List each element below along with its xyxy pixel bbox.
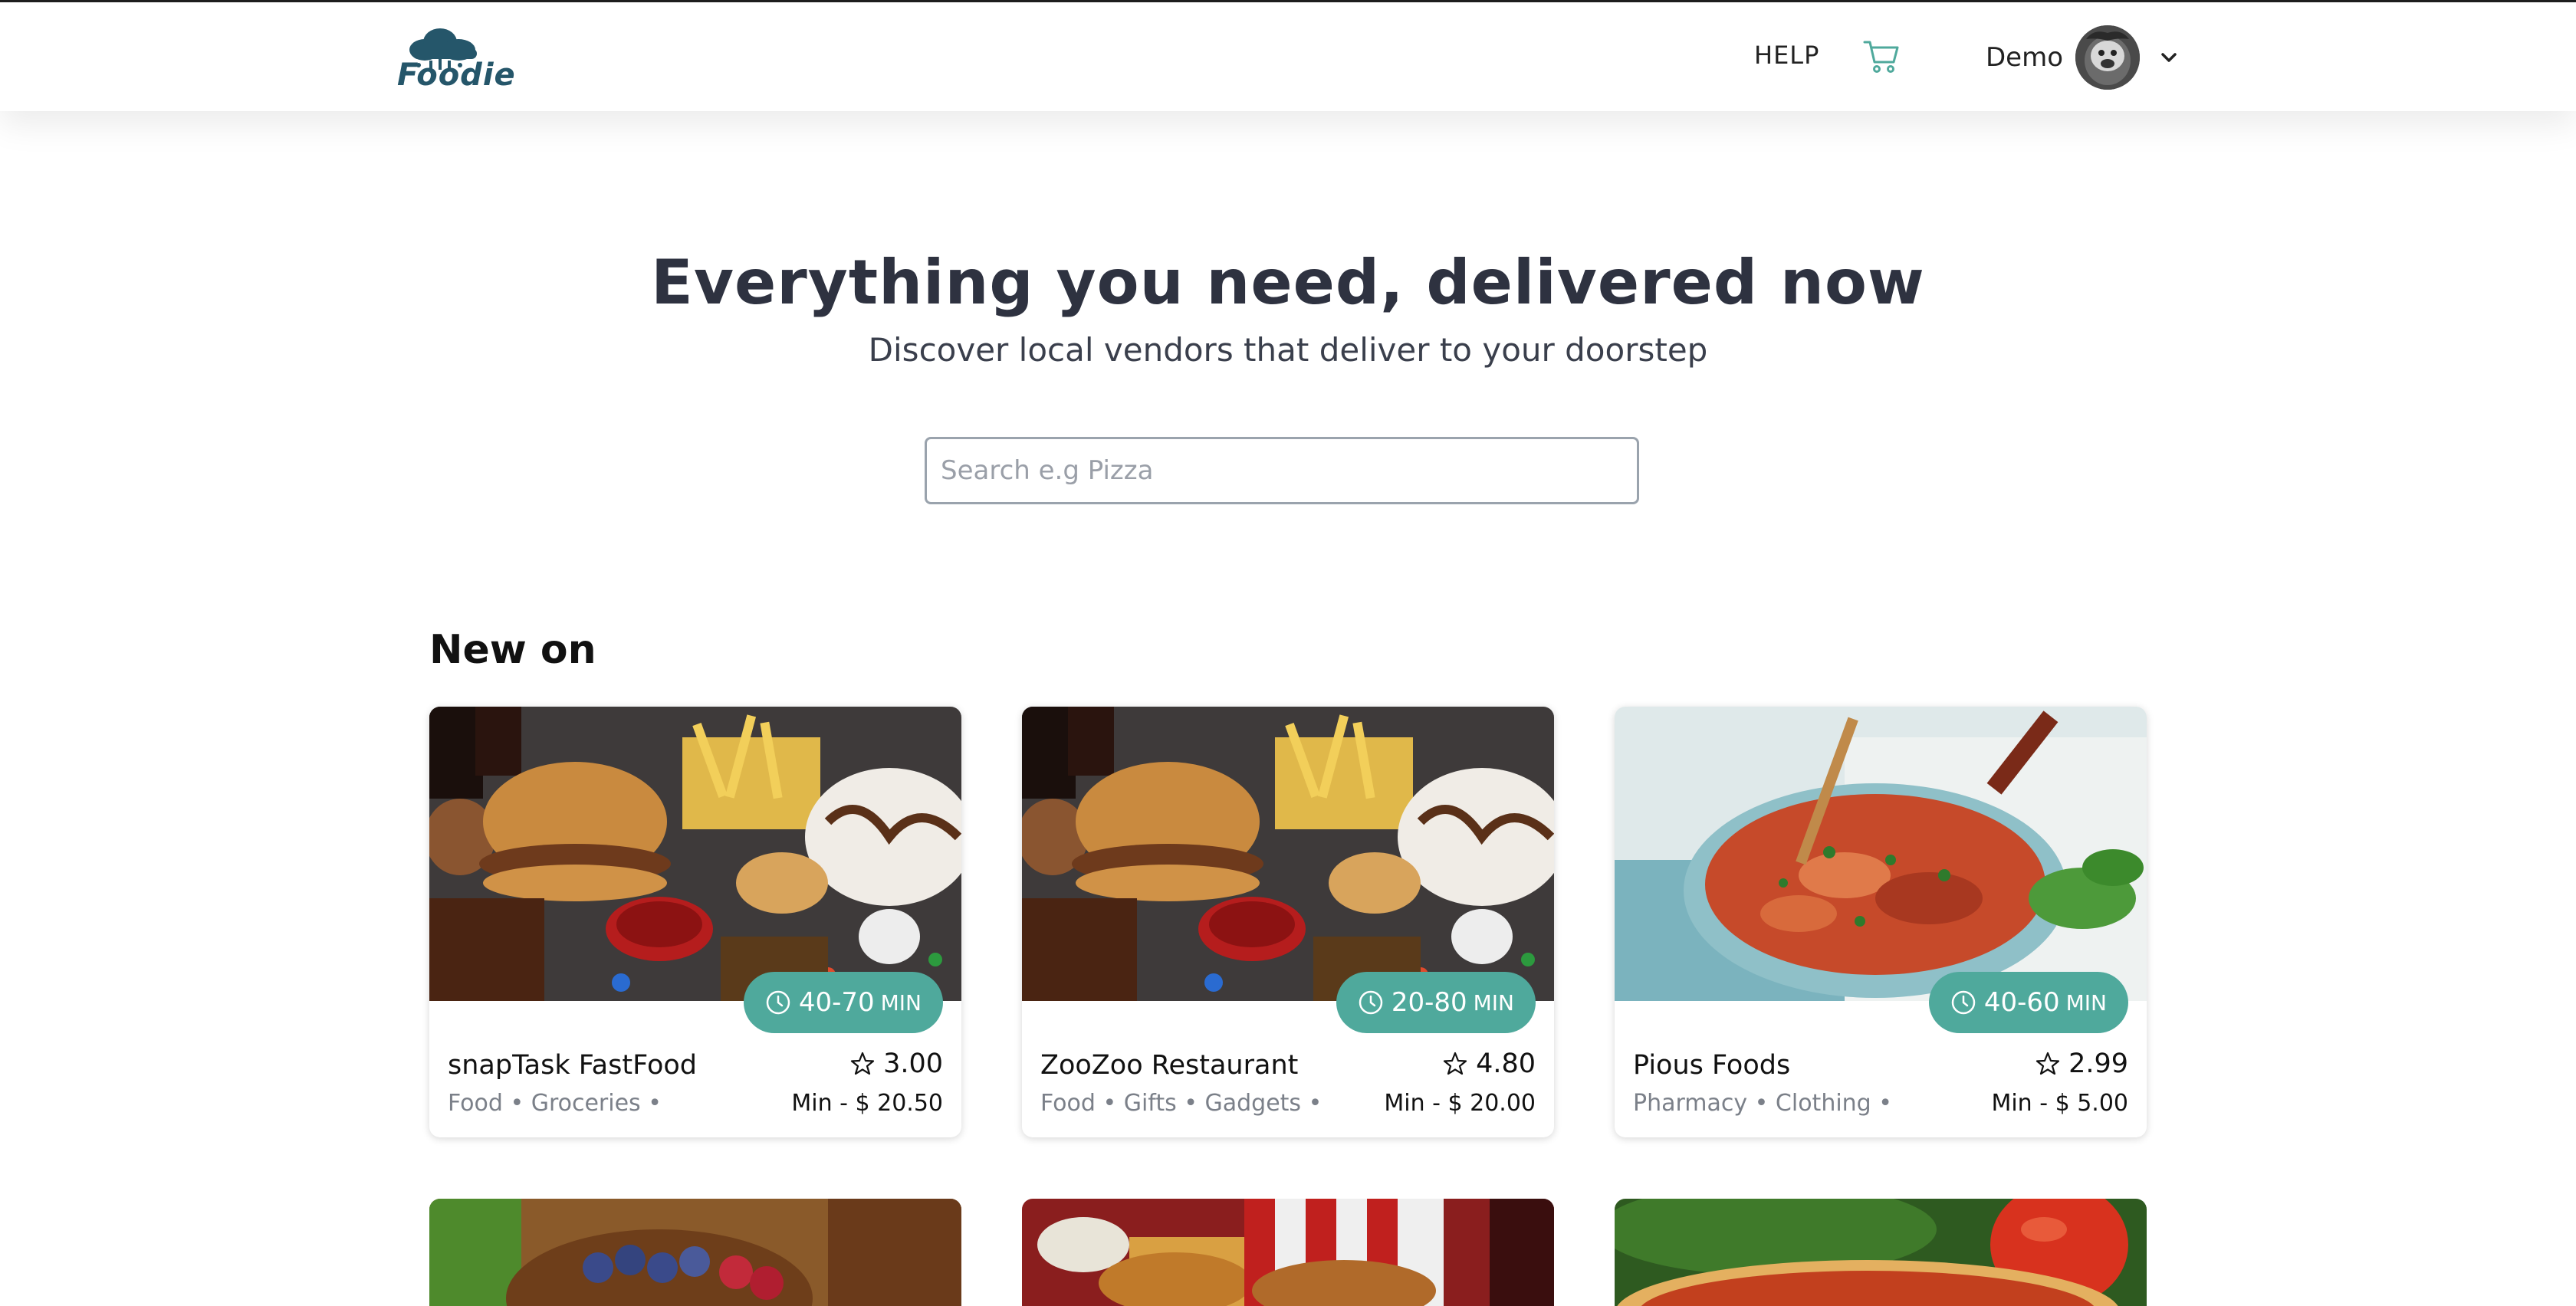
delivery-time-badge: 40-60 MIN [1928,972,2128,1033]
vendor-categories: Food • Gifts • Gadgets • [1040,1090,1322,1117]
username: Demo [1986,42,2064,73]
delivery-unit: MIN [2065,989,2107,1016]
rating-value: 2.99 [2068,1048,2128,1079]
search-input[interactable] [925,437,1639,504]
delivery-time-badge: 20-80 MIN [1336,972,1536,1033]
burger-fries-dessert-photo [1022,707,1554,1001]
rating-value: 4.80 [1476,1048,1536,1079]
vendor-rating: 2.99 [2035,1048,2128,1079]
delivery-unit: MIN [880,989,922,1016]
user-menu[interactable]: Demo [1986,25,2180,90]
delivery-time: 20-80 [1391,987,1467,1018]
vendor-name[interactable]: snapTask FastFood [448,1050,697,1081]
navbar: Foodie HELP Demo [0,2,2576,111]
rating-value: 3.00 [883,1048,943,1079]
vendor-card[interactable] [1615,1199,2147,1306]
vendor-rating: 4.80 [1442,1048,1536,1079]
delivery-time: 40-70 [798,987,875,1018]
vendor-categories: Pharmacy • Clothing • [1633,1090,1892,1117]
berries-bowl-photo [429,1199,961,1306]
delivery-time: 40-60 [1983,987,2060,1018]
pizza-tomato-photo [1615,1199,2147,1306]
star-icon [849,1051,876,1077]
section-title: New on [429,627,596,673]
vendor-name[interactable]: Pious Foods [1633,1050,1790,1081]
vendor-card[interactable]: 40-70 MIN snapTask FastFood 3.00 Food • … [429,707,961,1137]
page-title: Everything you need, delivered now [651,247,1925,318]
vendor-card[interactable]: 20-80 MIN ZooZoo Restaurant 4.80 Food • … [1022,707,1554,1137]
delivery-time-badge: 40-70 MIN [743,972,943,1033]
help-link[interactable]: HELP [1754,41,1819,70]
clock-icon [1358,989,1384,1016]
clock-icon [1950,989,1976,1016]
delivery-unit: MIN [1473,989,1514,1016]
vendor-card[interactable] [1022,1199,1554,1306]
shopping-cart-icon[interactable] [1861,36,1901,76]
foodie-logo[interactable]: Foodie [396,27,515,93]
vendor-rating: 3.00 [849,1048,943,1079]
page-subtitle: Discover local vendors that deliver to y… [868,331,1708,369]
vendor-minimum-order: Min - $ 20.00 [1384,1090,1536,1117]
pan-of-stew-photo [1615,707,2147,1001]
avatar[interactable] [2075,25,2141,90]
vendor-categories: Food • Groceries • [448,1090,662,1117]
vendor-card[interactable]: 40-60 MIN Pious Foods 2.99 Pharmacy • Cl… [1615,707,2147,1137]
vendor-minimum-order: Min - $ 20.50 [791,1090,943,1117]
star-icon [2035,1051,2061,1077]
vendor-card[interactable] [429,1199,961,1306]
chevron-down-icon[interactable] [2158,47,2180,68]
star-icon [1442,1051,1468,1077]
burger-fries-dessert-photo [429,707,961,1001]
brand-name: Foodie [397,57,516,93]
clock-icon [765,989,791,1016]
vendor-minimum-order: Min - $ 5.00 [1991,1090,2128,1117]
fried-chicken-bucket-photo [1022,1199,1554,1306]
vendor-name[interactable]: ZooZoo Restaurant [1040,1050,1298,1081]
